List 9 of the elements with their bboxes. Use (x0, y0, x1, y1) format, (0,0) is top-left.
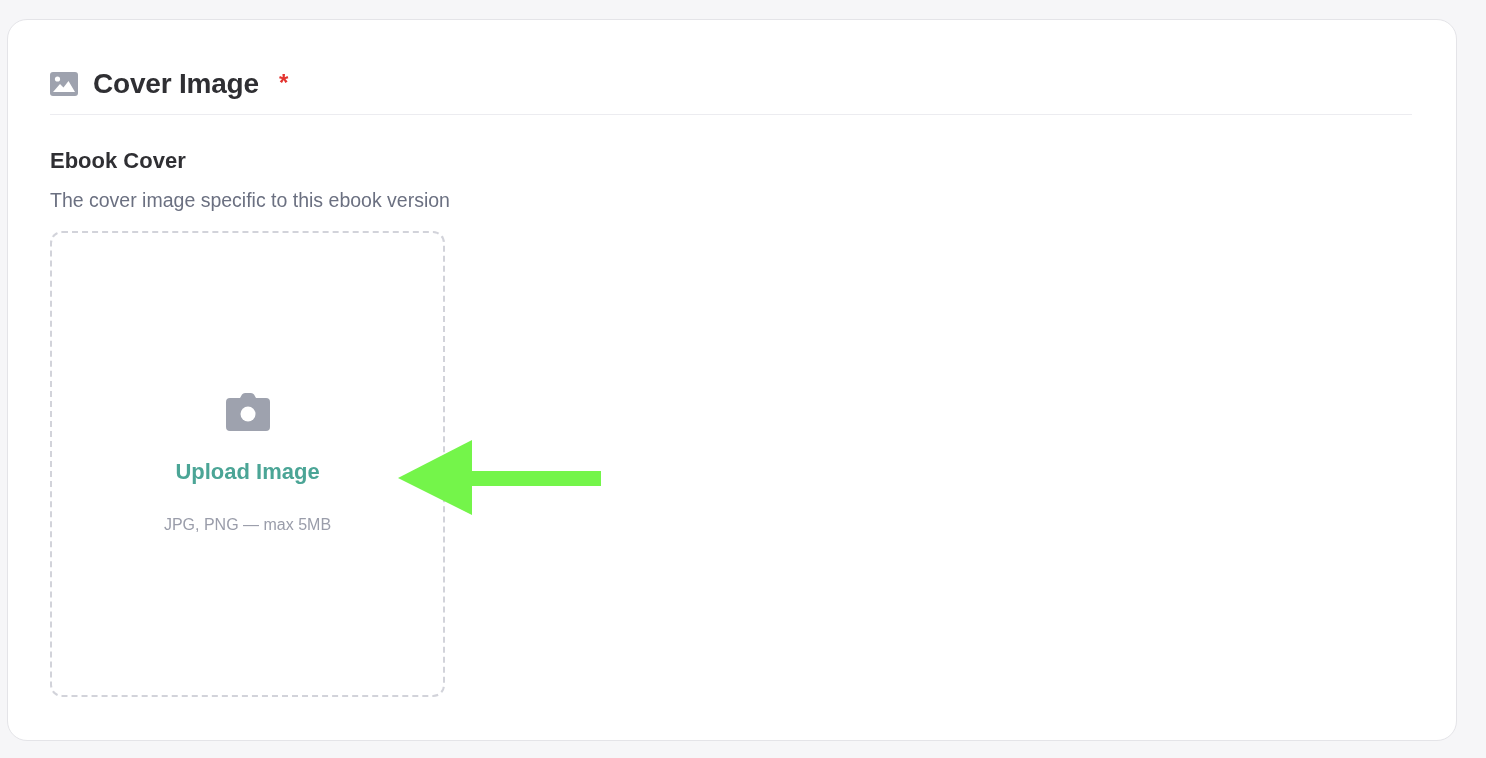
section-title: Cover Image (93, 67, 259, 101)
upload-dropzone[interactable]: Upload Image JPG, PNG — max 5MB (50, 231, 445, 697)
required-mark: * (278, 71, 289, 95)
field-description: The cover image specific to this ebook version (50, 188, 451, 213)
field-label: Ebook Cover (50, 147, 187, 175)
upload-image-link[interactable]: Upload Image (175, 457, 320, 486)
camera-icon (225, 392, 270, 431)
file-format-hint: JPG, PNG — max 5MB (163, 514, 332, 535)
image-icon (50, 72, 78, 96)
